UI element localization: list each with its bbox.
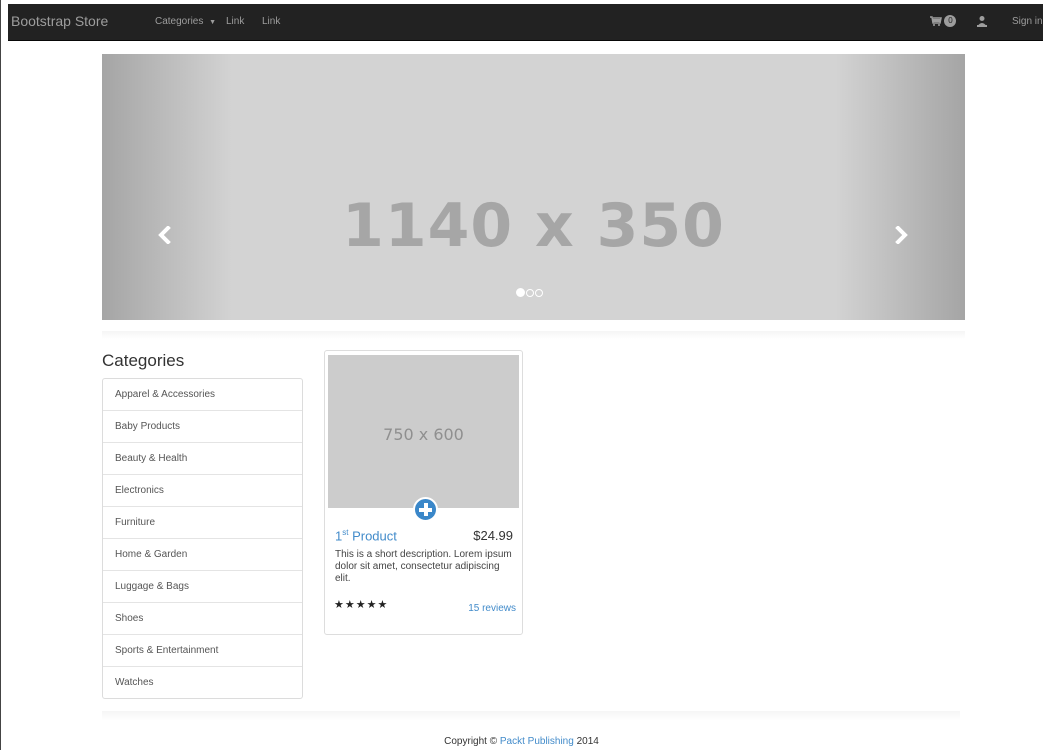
window-frame-edge	[0, 0, 1, 750]
category-item[interactable]: Electronics	[103, 475, 302, 507]
cart-button[interactable]: 0	[930, 12, 957, 30]
categories-heading: Categories	[102, 351, 185, 370]
carousel-slide-placeholder: 1140 x 350	[342, 191, 725, 261]
category-item[interactable]: Luggage & Bags	[103, 571, 302, 603]
product-image-placeholder: 750 x 600	[383, 425, 464, 444]
category-item[interactable]: Baby Products	[103, 411, 302, 443]
user-icon	[977, 15, 987, 27]
chevron-left-icon	[158, 225, 171, 245]
section-divider	[102, 331, 965, 339]
product-price: $24.99	[473, 528, 513, 543]
product-card: 750 x 600 1st Product $24.99 This is a s…	[324, 350, 523, 635]
add-to-cart-button[interactable]	[413, 497, 438, 522]
carousel-prev-button[interactable]	[158, 225, 180, 248]
category-item[interactable]: Beauty & Health	[103, 443, 302, 475]
cart-count-text: 0	[948, 15, 953, 25]
cart-count-badge: 0	[944, 14, 957, 27]
reviews-link[interactable]: 15 reviews	[468, 603, 516, 614]
chevron-right-icon	[895, 225, 908, 245]
carousel-indicator-2[interactable]	[526, 289, 534, 297]
categories-dropdown[interactable]: Categories ▼	[155, 16, 216, 27]
copyright-prefix: Copyright ©	[444, 736, 500, 747]
carousel-shade-left	[102, 54, 232, 320]
caret-down-icon: ▼	[209, 19, 217, 26]
hero-carousel: 1140 x 350	[102, 54, 965, 320]
category-item[interactable]: Home & Garden	[103, 539, 302, 571]
copyright-year: 2014	[573, 736, 599, 747]
product-description: This is a short description. Lorem ipsum…	[335, 549, 512, 584]
carousel-shade-right	[835, 54, 965, 320]
category-item[interactable]: Watches	[103, 667, 302, 698]
brand-link[interactable]: Bootstrap Store	[11, 13, 108, 29]
carousel-next-button[interactable]	[894, 225, 916, 248]
star-rating: ★★★★★	[334, 598, 389, 611]
nav-link-1[interactable]: Link	[226, 16, 244, 27]
category-item[interactable]: Furniture	[103, 507, 302, 539]
sign-in-link[interactable]: Sign in	[1012, 16, 1043, 27]
category-list: Apparel & Accessories Baby Products Beau…	[102, 378, 303, 699]
category-item[interactable]: Sports & Entertainment	[103, 635, 302, 667]
footer-divider	[102, 711, 960, 721]
product-name-link[interactable]: 1st Product	[335, 528, 397, 543]
category-item[interactable]: Apparel & Accessories	[103, 379, 302, 411]
footer: Copyright © Packt Publishing 2014	[0, 736, 1043, 747]
account-button[interactable]	[977, 12, 987, 30]
carousel-indicator-3[interactable]	[535, 289, 543, 297]
product-name-text: Product	[348, 528, 397, 544]
carousel-indicators	[516, 284, 544, 297]
shopping-cart-icon	[930, 16, 942, 26]
top-navbar: Bootstrap Store Categories ▼ Link Link 0…	[8, 4, 1043, 41]
carousel-indicator-1[interactable]	[516, 288, 525, 297]
publisher-link[interactable]: Packt Publishing	[500, 736, 574, 747]
nav-link-2[interactable]: Link	[262, 16, 280, 27]
categories-dropdown-label: Categories	[155, 16, 204, 27]
product-image[interactable]: 750 x 600	[328, 355, 519, 508]
category-item[interactable]: Shoes	[103, 603, 302, 635]
